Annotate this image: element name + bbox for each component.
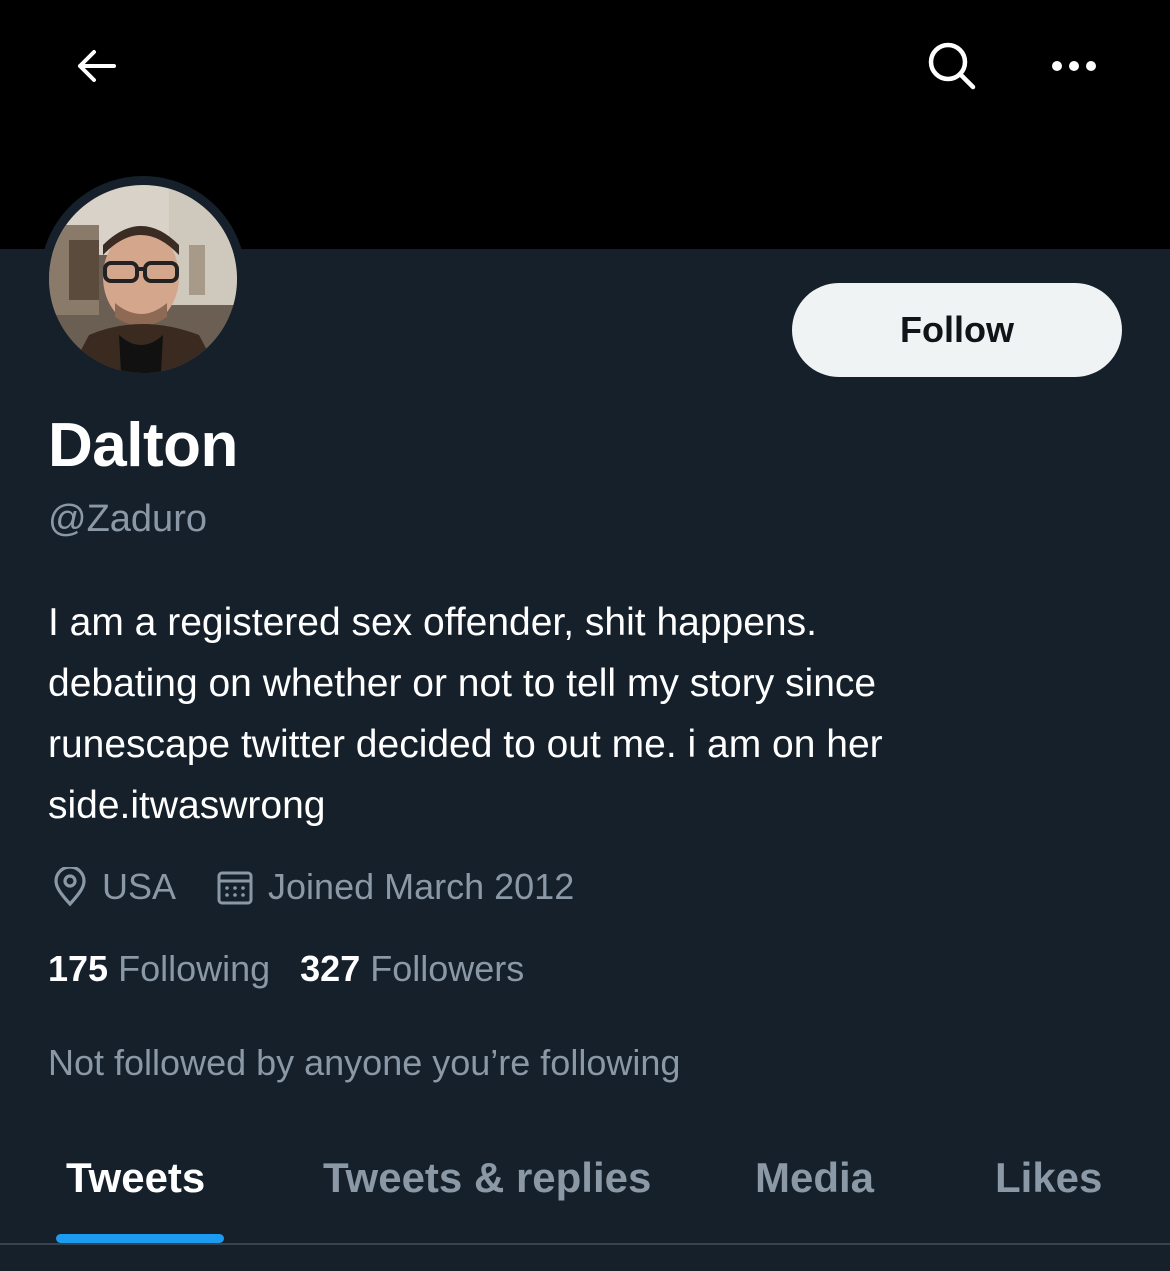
joined-item: Joined March 2012	[216, 866, 574, 908]
profile-bio: I am a registered sex offender, shit hap…	[48, 592, 1128, 836]
following-label: Following	[118, 948, 271, 989]
tabs-divider	[0, 1243, 1170, 1245]
bio-line: side.itwaswrong	[48, 784, 326, 827]
joined-text: Joined March 2012	[268, 866, 575, 907]
followers-count: 327	[300, 948, 361, 989]
tab-tweets[interactable]: Tweets	[66, 1154, 205, 1202]
profile-stats: 175 Following 327 Followers	[48, 948, 524, 990]
profile-tabs: Tweets Tweets & replies Media Likes	[0, 1140, 1170, 1243]
tab-likes[interactable]: Likes	[995, 1154, 1102, 1202]
arrow-left-icon	[78, 50, 116, 82]
back-button[interactable]	[60, 30, 132, 102]
mutual-followers-text: Not followed by anyone you’re following	[48, 1042, 681, 1083]
bio-line: I am a registered sex offender, shit hap…	[48, 601, 817, 644]
avatar-photo	[49, 185, 237, 373]
profile-handle: @Zaduro	[48, 498, 207, 540]
avatar[interactable]	[49, 185, 237, 373]
profile-display-name: Dalton	[48, 411, 238, 480]
following-count: 175	[48, 948, 109, 989]
tab-media[interactable]: Media	[755, 1154, 874, 1202]
calendar-icon	[217, 871, 253, 905]
location-pin-icon	[54, 867, 86, 907]
tab-tweets-and-replies[interactable]: Tweets & replies	[323, 1154, 651, 1202]
following-link[interactable]: 175 Following	[48, 948, 270, 990]
follow-button[interactable]: Follow	[792, 283, 1122, 377]
active-tab-indicator	[56, 1234, 224, 1243]
location-item: USA	[52, 866, 176, 908]
search-button[interactable]	[912, 30, 992, 102]
search-icon	[928, 42, 976, 90]
more-options-button[interactable]	[1036, 30, 1112, 102]
location-text: USA	[102, 866, 177, 907]
profile-meta: USA Joined March 2012	[52, 862, 574, 912]
more-horizontal-icon	[1052, 61, 1096, 71]
bio-line: debating on whether or not to tell my st…	[48, 662, 877, 705]
bio-line: runescape twitter decided to out me. i a…	[48, 723, 883, 766]
followers-label: Followers	[370, 948, 525, 989]
followers-link[interactable]: 327 Followers	[300, 948, 524, 990]
